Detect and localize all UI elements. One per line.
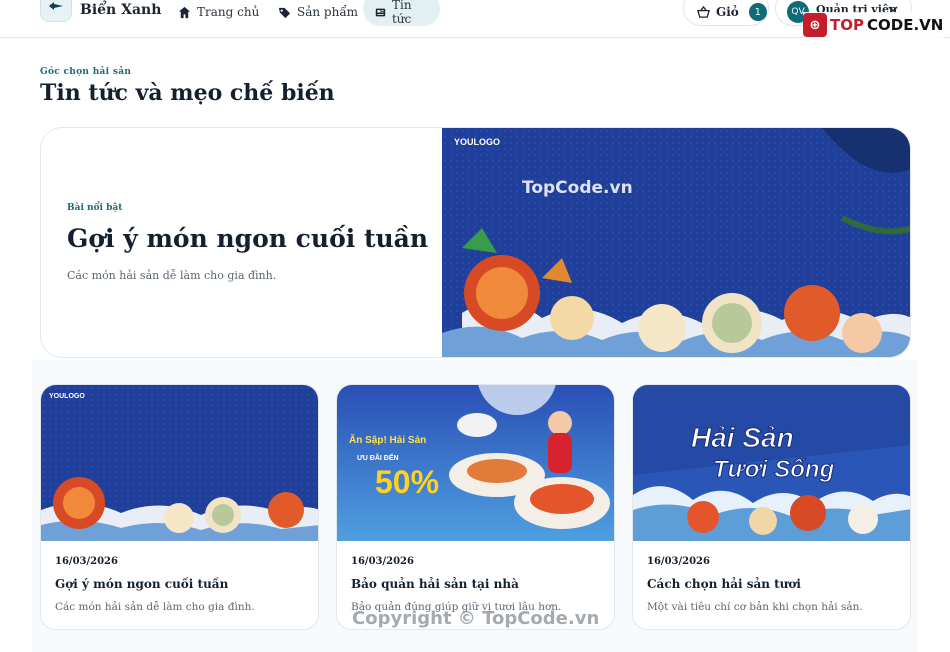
article-description: Các món hải sản dễ làm cho gia đình. bbox=[55, 601, 255, 613]
tag-icon bbox=[278, 7, 291, 18]
nav-link-news[interactable]: Tin tức bbox=[363, 0, 440, 26]
promo-discount: 50% bbox=[375, 464, 439, 500]
promo-line2: Tươi Sống bbox=[713, 456, 835, 483]
image-logo-text: YOULOGO bbox=[49, 393, 85, 400]
nav-link-home[interactable]: Trang chủ bbox=[166, 0, 271, 26]
featured-article-card[interactable]: Bài nổi bật Gợi ý món ngon cuối tuần Các… bbox=[40, 127, 911, 358]
promo-headline: Ăn Sập! Hải Sản bbox=[349, 433, 426, 446]
section-eyebrow: Góc chọn hải sản bbox=[40, 67, 132, 77]
image-logo-text: YOULOGO bbox=[454, 137, 500, 147]
featured-eyebrow: Bài nổi bật bbox=[67, 203, 123, 213]
top-navbar: Biển Xanh Trang chủ Sản phẩm Tin tức Giỏ… bbox=[0, 0, 950, 38]
watermark-copyright-text: Copyright © TopCode.vn bbox=[352, 608, 600, 629]
article-card[interactable]: Hải Sản Tươi Sống 16/03/2026 Cách chọn h… bbox=[632, 384, 911, 630]
topcode-watermark-logo: ⊕ TOP CODE.VN bbox=[803, 12, 944, 38]
article-date: 16/03/2026 bbox=[647, 556, 710, 567]
nav-link-products[interactable]: Sản phẩm bbox=[266, 0, 370, 26]
article-image[interactable]: YOULOGO bbox=[41, 385, 319, 541]
featured-description: Các món hải sản dễ làm cho gia đình. bbox=[67, 269, 277, 282]
watermark-logo-text-b: CODE.VN bbox=[866, 16, 944, 34]
nav-link-label: Tin tức bbox=[391, 0, 412, 26]
featured-text: Bài nổi bật Gợi ý món ngon cuối tuần Các… bbox=[67, 128, 437, 357]
article-description: Một vài tiêu chí cơ bản khi chọn hải sản… bbox=[647, 601, 863, 613]
article-card[interactable]: YOULOGO 16/03/2026 Gợi ý món ngon cuối t… bbox=[40, 384, 319, 630]
page-title: Tin tức và mẹo chế biến bbox=[40, 80, 335, 106]
watermark-center-text: TopCode.vn bbox=[522, 178, 633, 198]
basket-icon bbox=[697, 5, 710, 18]
article-title[interactable]: Bảo quản hải sản tại nhà bbox=[351, 577, 519, 591]
cart-label: Giỏ bbox=[716, 5, 739, 19]
featured-title[interactable]: Gợi ý món ngon cuối tuần bbox=[67, 224, 428, 253]
promo-line1: Hải Sản bbox=[691, 422, 794, 453]
newspaper-icon bbox=[375, 8, 386, 16]
home-icon bbox=[178, 6, 191, 18]
cart-button[interactable]: Giỏ 1 bbox=[683, 0, 769, 26]
article-title[interactable]: Cách chọn hải sản tươi bbox=[647, 577, 801, 591]
nav-link-label: Sản phẩm bbox=[297, 5, 359, 19]
nav-link-label: Trang chủ bbox=[197, 5, 260, 19]
article-image[interactable]: Ăn Sập! Hải Sản ƯU ĐÃI ĐẾN 50% bbox=[337, 385, 615, 541]
article-image[interactable]: Hải Sản Tươi Sống bbox=[633, 385, 911, 541]
article-date: 16/03/2026 bbox=[351, 556, 414, 567]
brand-name[interactable]: Biển Xanh bbox=[80, 2, 161, 18]
cart-count-badge: 1 bbox=[748, 3, 767, 21]
article-title[interactable]: Gợi ý món ngon cuối tuần bbox=[55, 577, 228, 591]
featured-image[interactable]: YOULOGO bbox=[442, 128, 911, 358]
article-date: 16/03/2026 bbox=[55, 556, 118, 567]
watermark-logo-text-a: TOP bbox=[830, 16, 864, 34]
article-card[interactable]: Ăn Sập! Hải Sản ƯU ĐÃI ĐẾN 50% 16/03/202… bbox=[336, 384, 615, 630]
brand-logo-icon[interactable] bbox=[40, 0, 72, 22]
